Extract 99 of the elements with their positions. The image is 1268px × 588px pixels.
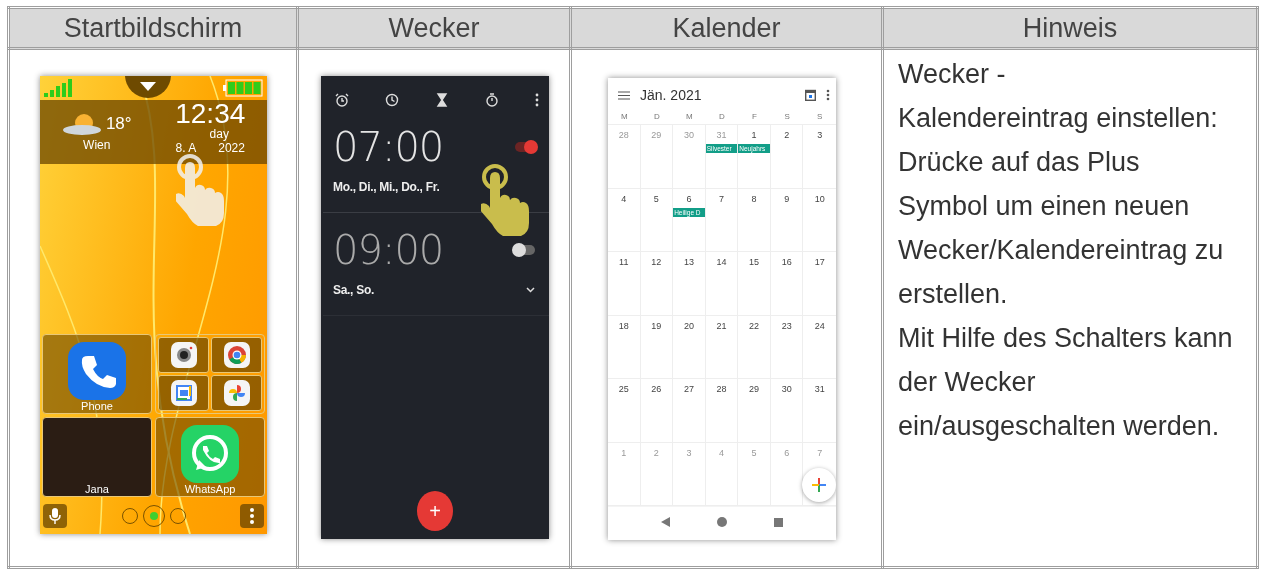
hint-paragraph: Kalendereintrag einstellen: [898,102,1219,135]
pinwheel-app-icon [223,380,250,406]
clock-icon[interactable] [385,93,399,107]
column-header: Startbildschirm [8,7,298,49]
day-number[interactable]: 23 [781,320,792,331]
day-number[interactable]: 2 [784,130,790,140]
day-number[interactable]: 4 [621,193,627,204]
battery-icon [223,79,263,97]
app-label: WhatsApp [184,483,236,496]
app-label: Phone [81,400,113,413]
signal-icon [44,79,72,97]
back-icon[interactable] [661,517,671,527]
weekday-label: D [652,112,661,123]
weekday-label: S [783,112,791,123]
contact-label: Jana [85,483,109,496]
app-tile[interactable]: Phone [42,334,152,414]
stopwatch-icon[interactable] [485,93,499,107]
hourglass-icon[interactable] [435,93,449,107]
date-year: 2022 [218,142,245,154]
clock-time: 12:34 [175,100,246,128]
microphone-icon [49,508,61,524]
day-number[interactable]: 13 [683,257,694,267]
pull-down-handle[interactable] [124,76,171,98]
weekday-label: S [816,112,824,123]
day-number[interactable]: 14 [716,257,727,267]
city-name: Wien [83,138,111,152]
hint-paragraph: Mit Hilfe des Schalters kann der Wecker ein/ausgeschalten werden. [898,322,1233,443]
add-alarm-button[interactable]: + [417,491,453,531]
more-vertical-icon [250,508,254,524]
weekday-label: M [619,112,629,123]
day-number[interactable]: 1 [751,130,757,140]
day-number[interactable]: 18 [618,320,629,331]
browser-app-icon [223,342,250,368]
day-number[interactable]: 3 [817,130,823,140]
day-number[interactable]: 12 [651,257,662,267]
day-number[interactable]: 20 [683,320,694,331]
day-number[interactable]: 27 [683,384,694,394]
weekday-label: M [685,112,694,123]
day-number[interactable]: 10 [814,193,825,204]
camera-app-icon [170,342,197,368]
hint-paragraph: Wecker - [898,58,1007,91]
day-number[interactable]: 30 [781,384,792,394]
alarm-days: Sa., So. [333,283,374,297]
chevron-down-icon[interactable] [526,287,535,293]
column-header: Kalender [570,7,883,49]
alarm-time[interactable]: 07:00 [333,124,444,170]
day-number[interactable]: 28 [716,384,727,394]
day-number[interactable]: 17 [814,257,825,267]
app-tile[interactable]: WhatsApp [155,417,265,497]
chat-app-icon [181,425,239,483]
column-header: Hinweis [882,7,1258,49]
more-vertical-icon[interactable] [826,89,830,101]
column-header: Wecker [297,7,571,49]
alarm-toggle[interactable] [515,245,535,255]
day-number[interactable]: 26 [651,384,662,394]
day-number[interactable]: 25 [618,384,629,394]
day-number[interactable]: 21 [716,320,727,331]
weekday-label: D [718,112,726,123]
phone-app-icon [68,342,126,400]
sun-cloud-icon [61,112,104,136]
day-number[interactable]: 6 [686,193,692,204]
down-triangle-icon [139,81,156,91]
calendar-today-icon[interactable] [805,89,816,101]
pointing-hand-icon [176,154,226,226]
day-number[interactable]: 22 [749,320,760,331]
more-vertical-icon[interactable] [535,93,539,107]
day-number[interactable]: 7 [719,193,724,204]
alarm-toggle[interactable] [515,142,535,152]
alarm-clock-icon[interactable] [335,93,349,107]
contact-tile[interactable]: Jana [42,417,152,497]
day-number[interactable]: 31 [814,384,825,394]
day-number[interactable]: 24 [814,320,825,331]
day-number[interactable]: 9 [784,193,790,204]
temperature: 18° [105,114,132,134]
weekday-label: F [751,112,758,123]
weekday-text: day [209,128,229,140]
pointing-hand-icon [481,164,531,236]
month-title[interactable]: Jän. 2021 [640,87,795,103]
day-number[interactable]: 15 [749,257,760,267]
calendar-app-icon [170,380,197,406]
alarm-days: Mo., Di., Mi., Do., Fr. [333,180,440,194]
day-number[interactable]: 5 [653,193,659,204]
day-number[interactable]: 19 [651,320,662,331]
plus-icon [812,478,826,492]
home-icon[interactable] [717,517,727,527]
recents-icon[interactable] [773,517,783,527]
day-number[interactable]: 29 [749,384,760,394]
hint-paragraph: Drücke auf das Plus Symbol um einen neuen Wecker/Kalendereintrag zu erstellen. [898,146,1225,311]
menu-button[interactable] [240,504,264,528]
menu-icon[interactable] [618,90,630,100]
microphone-button[interactable] [43,504,67,528]
date-text: 8. A [175,142,197,154]
add-event-button[interactable] [802,468,836,502]
app-folder[interactable] [155,334,265,414]
alarm-time[interactable]: 09:00 [333,227,444,273]
weather-clock-widget[interactable]: 18° Wien 12:34 day 8. A 2022 [40,100,267,164]
day-number[interactable]: 16 [781,257,792,267]
day-number[interactable]: 11 [619,257,629,267]
day-number[interactable]: 8 [751,193,757,204]
